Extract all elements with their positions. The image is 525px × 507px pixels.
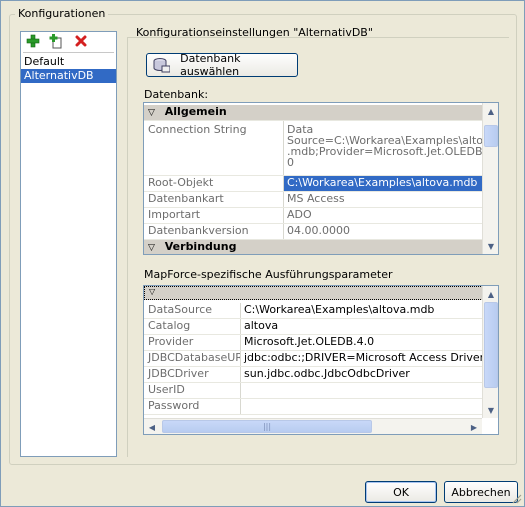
delete-configuration-button[interactable] bbox=[73, 33, 89, 49]
scrollbar-thumb[interactable] bbox=[484, 125, 498, 147]
scroll-down-arrow-icon[interactable]: ▼ bbox=[483, 402, 498, 418]
scroll-right-arrow-icon[interactable]: ▶ bbox=[466, 419, 482, 434]
db-row-datenbankversion[interactable]: Datenbankversion 04.00.0000 bbox=[144, 224, 483, 240]
scroll-up-arrow-icon[interactable]: ▲ bbox=[483, 286, 498, 302]
runtime-grid-vertical-scrollbar[interactable]: ▲ ▼ bbox=[482, 286, 498, 418]
db-row-datenbankart[interactable]: Datenbankart MS Access bbox=[144, 192, 483, 208]
runtime-parameters-label: MapForce-spezifische Ausführungsparamete… bbox=[144, 268, 393, 281]
runtime-row-password[interactable]: Password bbox=[144, 399, 483, 415]
database-icon bbox=[153, 58, 171, 73]
configuration-list: Default AlternativDB bbox=[21, 55, 116, 83]
select-database-button[interactable]: Datenbank auswählen bbox=[146, 52, 298, 78]
copy-configuration-button[interactable] bbox=[49, 33, 65, 49]
runtime-row-jdbcdriver[interactable]: JDBCDriver sun.jdbc.odbc.JdbcOdbcDriver bbox=[144, 367, 483, 383]
configurations-group-label: Konfigurationen bbox=[15, 7, 109, 20]
runtime-row-catalog[interactable]: Catalog altova bbox=[144, 319, 483, 335]
category-allgemein[interactable]: ▽ Allgemein bbox=[144, 105, 483, 121]
configuration-item-default[interactable]: Default bbox=[21, 55, 116, 69]
add-plus-icon bbox=[26, 34, 40, 48]
runtime-grid-horizontal-scrollbar[interactable]: ◀ ||| ▶ bbox=[144, 418, 482, 434]
grip-lines-icon: ||| bbox=[262, 422, 272, 431]
cancel-button[interactable]: Abbrechen bbox=[444, 481, 518, 503]
configuration-item-alternativdb[interactable]: AlternativDB bbox=[21, 69, 116, 83]
runtime-row-provider[interactable]: Provider Microsoft.Jet.OLEDB.4.0 bbox=[144, 335, 483, 351]
db-row-root-objekt[interactable]: Root-Objekt C:\Workarea\Examples\altova.… bbox=[144, 176, 483, 192]
scroll-up-arrow-icon[interactable]: ▲ bbox=[483, 103, 498, 119]
category-verbindung[interactable]: ▽ Verbindung bbox=[144, 240, 483, 254]
collapse-triangle-icon: ▽ bbox=[148, 243, 155, 253]
add-configuration-button[interactable] bbox=[25, 33, 41, 49]
runtime-parameter-grid: ▽ DataSource C:\Workarea\Examples\altova… bbox=[143, 285, 499, 435]
configuration-toolbar bbox=[21, 32, 116, 50]
resize-grip-icon[interactable] bbox=[510, 492, 522, 504]
dialog-window: Konfigurationen Default AlternativDB Kon… bbox=[0, 0, 525, 507]
database-grid-scrollbar[interactable]: ▲ ▼ bbox=[482, 103, 498, 254]
connection-string-value: Data Source=C:\Workarea\Examples\altova … bbox=[287, 123, 483, 169]
db-row-importart[interactable]: Importart ADO bbox=[144, 208, 483, 224]
toolbar-divider bbox=[23, 52, 114, 53]
ok-button[interactable]: OK bbox=[365, 481, 437, 503]
database-property-grid: ▽ Allgemein Connection String Data Sourc… bbox=[143, 102, 499, 255]
scroll-down-arrow-icon[interactable]: ▼ bbox=[483, 238, 498, 254]
scrollbar-thumb[interactable]: ||| bbox=[162, 420, 372, 433]
runtime-row-jdbcdatabaseurl[interactable]: JDBCDatabaseURL jdbc:odbc:;DRIVER=Micros… bbox=[144, 351, 483, 367]
runtime-row-userid[interactable]: UserID bbox=[144, 383, 483, 399]
scroll-left-arrow-icon[interactable]: ◀ bbox=[144, 419, 160, 434]
collapse-triangle-icon: ▽ bbox=[148, 108, 155, 118]
configuration-list-panel: Default AlternativDB bbox=[20, 31, 117, 457]
scrollbar-thumb[interactable] bbox=[484, 302, 498, 388]
delete-x-icon bbox=[75, 35, 87, 47]
copy-add-icon bbox=[49, 34, 62, 49]
runtime-category-header[interactable]: ▽ bbox=[144, 286, 483, 300]
database-label: Datenbank: bbox=[144, 88, 209, 101]
collapse-triangle-icon: ▽ bbox=[149, 287, 156, 296]
select-database-label: Datenbank auswählen bbox=[180, 52, 241, 78]
runtime-row-datasource[interactable]: DataSource C:\Workarea\Examples\altova.m… bbox=[144, 303, 483, 319]
db-row-connection-string[interactable]: Connection String Data Source=C:\Workare… bbox=[144, 121, 483, 176]
settings-title: Konfigurationseinstellungen "AlternativD… bbox=[136, 26, 373, 39]
